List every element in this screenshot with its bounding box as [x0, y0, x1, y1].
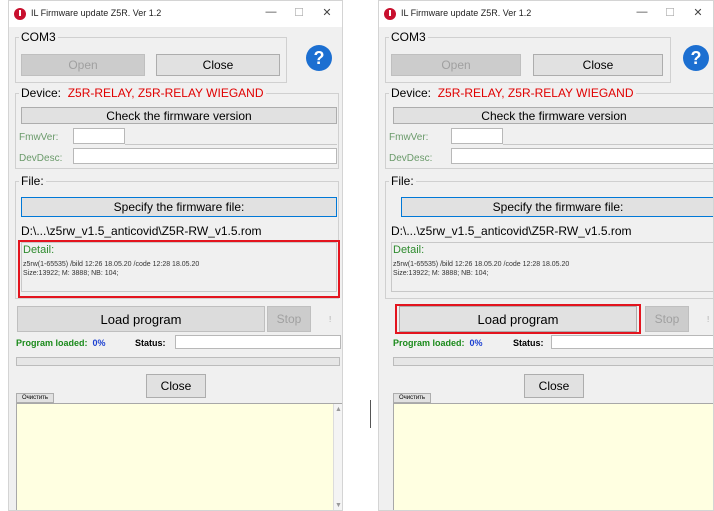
firmware-window-load-step: IL Firmware update Z5R. Ver 1.2 — ☐ ✕ CO… [378, 0, 714, 511]
load-program-button[interactable]: Load program [17, 306, 265, 332]
detail-line-2: Size:13922; M: 3888; NB: 104; [393, 270, 489, 277]
scroll-down-icon[interactable]: ▼ [335, 502, 342, 509]
firmware-path: D:\...\z5rw_v1.5_anticovid\Z5R-RW_v1.5.r… [391, 224, 632, 238]
window-title: IL Firmware update Z5R. Ver 1.2 [401, 8, 532, 18]
stop-button[interactable]: Stop [267, 306, 311, 332]
device-label-row: Device: Z5R-RELAY, Z5R-RELAY WIEGAND [19, 86, 266, 100]
close-port-button[interactable]: Close [156, 54, 280, 76]
check-firmware-button[interactable]: Check the firmware version [393, 107, 713, 124]
program-loaded-label: Program loaded: [16, 338, 88, 348]
fmwver-label: FmwVer: [19, 132, 59, 143]
stop-button[interactable]: Stop [645, 306, 689, 332]
title-bar: IL Firmware update Z5R. Ver 1.2 — ☐ ✕ [9, 1, 342, 27]
specify-firmware-button[interactable]: Specify the firmware file: [21, 197, 337, 217]
maximize-button[interactable]: ☐ [292, 6, 306, 19]
scroll-up-icon[interactable]: ▲ [335, 406, 342, 413]
device-models: Z5R-RELAY, Z5R-RELAY WIEGAND [437, 86, 634, 100]
specify-firmware-button[interactable]: Specify the firmware file: [401, 197, 713, 217]
stop-indicator: ! [707, 315, 710, 324]
app-icon [384, 8, 396, 20]
detail-highlight-frame [18, 240, 340, 298]
load-highlight-frame [395, 304, 641, 334]
minimize-button[interactable]: — [635, 6, 649, 18]
app-icon [14, 8, 26, 20]
file-label: File: [19, 174, 46, 188]
status-field [175, 335, 341, 349]
clear-log-button[interactable]: Очистить [16, 393, 54, 403]
devdesc-label: DevDesc: [19, 153, 63, 164]
log-area[interactable]: ▲ ▼ [16, 403, 342, 510]
program-loaded-row: Program loaded: 0% [16, 338, 106, 348]
devdesc-field [451, 148, 713, 164]
program-progress-bar [16, 357, 340, 366]
title-bar: IL Firmware update Z5R. Ver 1.2 — ☐ ✕ [379, 1, 713, 27]
close-port-button[interactable]: Close [533, 54, 663, 76]
log-scrollbar[interactable]: ▲ ▼ [333, 404, 342, 510]
log-area[interactable] [393, 403, 713, 510]
firmware-window-detail-step: IL Firmware update Z5R. Ver 1.2 — ☐ ✕ CO… [8, 0, 343, 511]
window-title: IL Firmware update Z5R. Ver 1.2 [31, 8, 162, 18]
check-firmware-button[interactable]: Check the firmware version [21, 107, 337, 124]
status-field [551, 335, 713, 349]
clear-log-button[interactable]: Очистить [393, 393, 431, 403]
help-icon[interactable]: ? [683, 45, 709, 71]
device-label: Device: [391, 86, 432, 100]
com-port-label: COM3 [389, 30, 428, 44]
program-loaded-label: Program loaded: [393, 338, 465, 348]
open-port-button[interactable]: Open [391, 54, 521, 76]
device-label-row: Device: Z5R-RELAY, Z5R-RELAY WIEGAND [389, 86, 636, 100]
status-label: Status: [135, 338, 166, 348]
close-button[interactable]: Close [524, 374, 584, 398]
close-button[interactable]: Close [146, 374, 206, 398]
status-label: Status: [513, 338, 544, 348]
fmwver-field [451, 128, 503, 144]
detail-line-1: z5rw(1-65535) /bild 12:26 18.05.20 /code… [393, 261, 570, 268]
minimize-button[interactable]: — [264, 6, 278, 18]
maximize-button[interactable]: ☐ [663, 6, 677, 19]
program-loaded-row: Program loaded: 0% [393, 338, 483, 348]
fmwver-field [73, 128, 125, 144]
devdesc-field [73, 148, 337, 164]
device-label: Device: [21, 86, 62, 100]
firmware-path: D:\...\z5rw_v1.5_anticovid\Z5R-RW_v1.5.r… [21, 224, 262, 238]
detail-label: Detail: [393, 244, 425, 256]
program-percent: 0% [469, 338, 483, 348]
divider [503, 144, 713, 145]
program-percent: 0% [92, 338, 106, 348]
divider [125, 144, 337, 145]
program-progress-bar [393, 357, 713, 366]
stop-indicator: ! [329, 315, 332, 324]
open-port-button[interactable]: Open [21, 54, 145, 76]
fmwver-label: FmwVer: [389, 132, 429, 143]
file-label: File: [389, 174, 416, 188]
help-icon[interactable]: ? [306, 45, 332, 71]
window-close-button[interactable]: ✕ [320, 6, 334, 19]
window-close-button[interactable]: ✕ [691, 6, 705, 19]
devdesc-label: DevDesc: [389, 153, 433, 164]
separator-line [370, 400, 371, 428]
device-models: Z5R-RELAY, Z5R-RELAY WIEGAND [67, 86, 264, 100]
com-port-label: COM3 [19, 30, 58, 44]
